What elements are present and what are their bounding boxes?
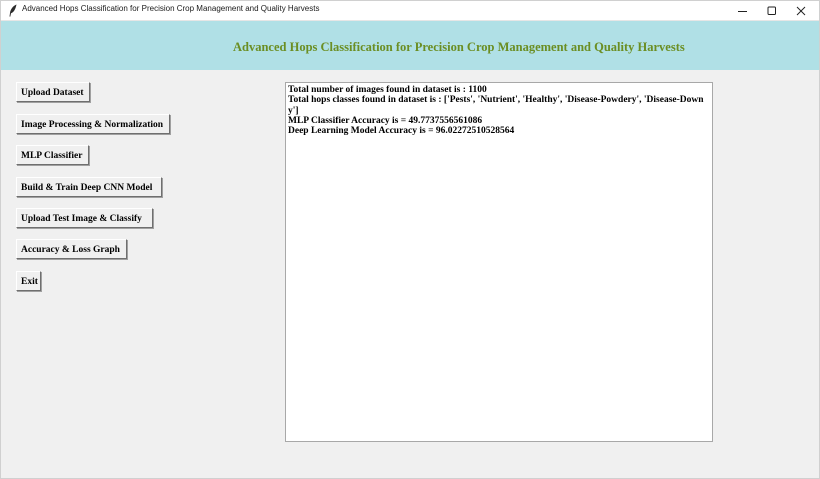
maximize-button[interactable]: [758, 1, 786, 20]
header-banner: Advanced Hops Classification for Precisi…: [1, 21, 819, 70]
page-title: Advanced Hops Classification for Precisi…: [233, 40, 685, 54]
minimize-button[interactable]: [729, 1, 757, 20]
output-line-cnn-accuracy: Deep Learning Model Accuracy is = 96.022…: [288, 126, 515, 137]
upload-dataset-button[interactable]: Upload Dataset: [16, 82, 90, 102]
minimize-icon: [738, 10, 747, 12]
image-processing-button[interactable]: Image Processing & Normalization: [16, 114, 170, 134]
title-bar[interactable]: Advanced Hops Classification for Precisi…: [1, 1, 819, 21]
output-textarea[interactable]: Total number of images found in dataset …: [285, 82, 713, 442]
output-line-classes: Total hops classes found in dataset is :…: [288, 95, 704, 116]
output-line-mlp-accuracy: MLP Classifier Accuracy is = 49.77375565…: [288, 115, 483, 126]
build-train-cnn-button[interactable]: Build & Train Deep CNN Model: [16, 177, 162, 197]
close-button[interactable]: [787, 1, 815, 20]
mlp-classifier-button[interactable]: MLP Classifier: [16, 145, 89, 165]
feather-icon: [8, 4, 18, 17]
accuracy-loss-graph-button[interactable]: Accuracy & Loss Graph: [16, 239, 127, 259]
exit-button[interactable]: Exit: [16, 271, 41, 291]
window-title: Advanced Hops Classification for Precisi…: [22, 4, 320, 13]
app-window: Advanced Hops Classification for Precisi…: [0, 0, 820, 479]
maximize-icon: [767, 6, 776, 15]
output-line-images: Total number of images found in dataset …: [288, 85, 487, 95]
close-icon: [796, 6, 806, 15]
upload-test-image-button[interactable]: Upload Test Image & Classify: [16, 208, 153, 228]
